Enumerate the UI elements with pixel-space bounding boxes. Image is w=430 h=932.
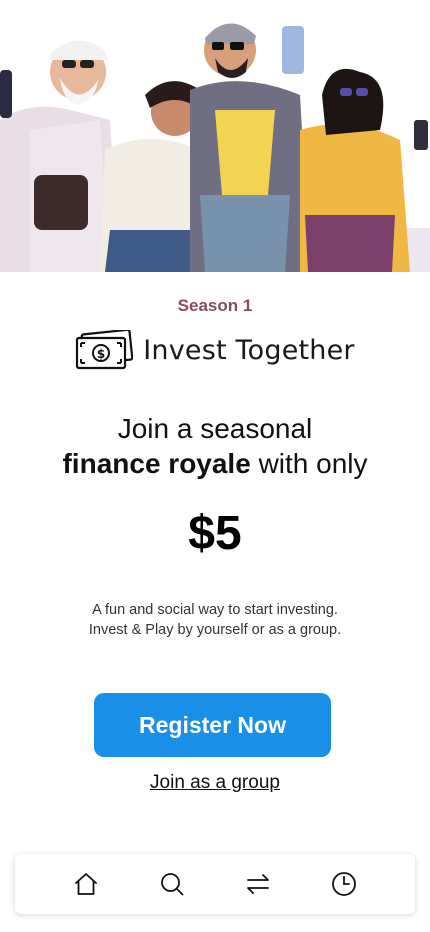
description-line1: A fun and social way to start investing. [92, 602, 338, 618]
home-icon [75, 873, 97, 895]
join-as-group-link[interactable]: Join as a group [150, 772, 280, 793]
bottom-tab-bar [15, 854, 415, 914]
brand: $ Invest Together [0, 330, 430, 370]
join-group-container: Join as a group [0, 772, 430, 794]
headline-line1: Join a seasonal [117, 413, 313, 444]
clock-icon [332, 872, 356, 896]
money-bill-icon: $ [76, 330, 134, 370]
season-label: Season 1 [177, 296, 253, 315]
tab-transfer[interactable] [236, 862, 280, 906]
transfer-icon [247, 874, 269, 894]
search-icon [161, 873, 184, 896]
people-illustration [0, 23, 430, 272]
headline-bold: finance royale [62, 448, 251, 479]
description: A fun and social way to start investing.… [0, 600, 430, 640]
headline-rest: with only [250, 448, 368, 479]
register-now-button[interactable]: Register Now [94, 693, 331, 757]
price: $5 [188, 507, 242, 560]
brand-name: Invest Together [143, 334, 355, 366]
svg-text:$: $ [97, 347, 105, 361]
tab-home[interactable] [64, 862, 108, 906]
description-line2: Invest & Play by yourself or as a group. [88, 622, 342, 638]
tab-search[interactable] [150, 862, 194, 906]
hero-illustration [0, 0, 430, 272]
headline: Join a seasonal finance royale with only [0, 411, 430, 481]
headline-line2: finance royale with only [0, 446, 430, 481]
tab-history[interactable] [322, 862, 366, 906]
